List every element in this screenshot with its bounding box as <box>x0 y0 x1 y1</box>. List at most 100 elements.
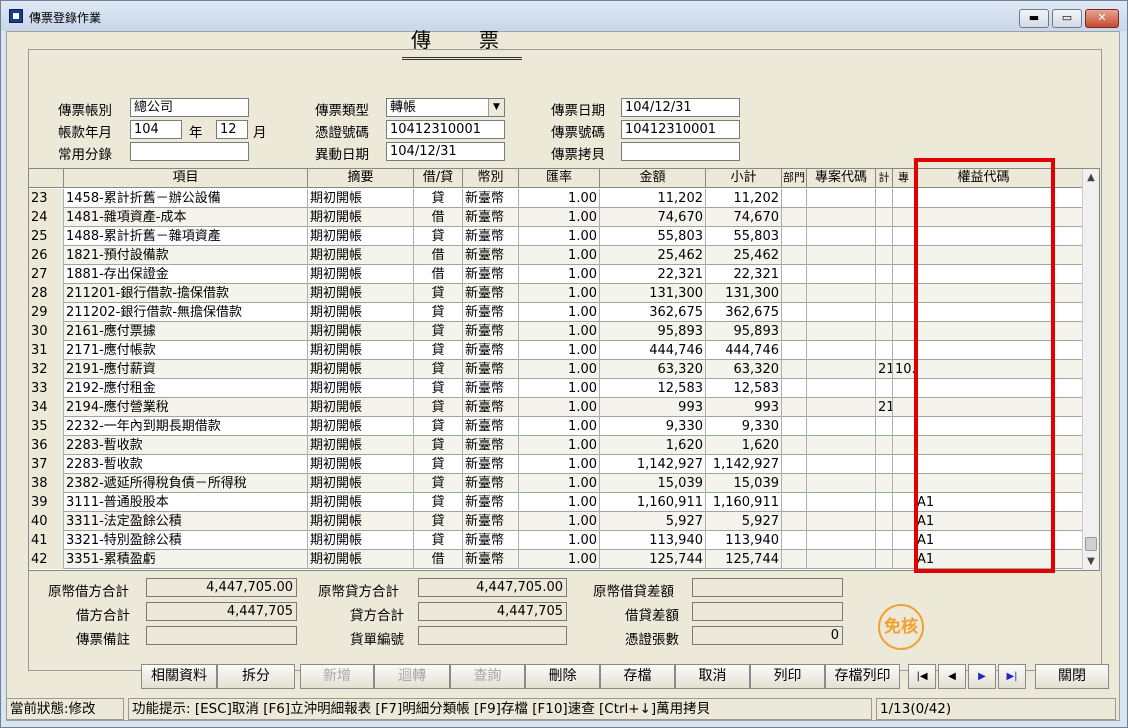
debit-credit-cell[interactable]: 貸 <box>414 512 463 531</box>
item-cell[interactable]: 2283-暫收款 <box>64 436 308 455</box>
calc-cell[interactable] <box>876 189 893 208</box>
col-currency[interactable]: 幣別 <box>463 169 519 188</box>
currency-cell[interactable]: 新臺幣 <box>463 474 519 493</box>
rate-cell[interactable]: 1.00 <box>519 341 600 360</box>
scroll-thumb[interactable] <box>1085 537 1097 551</box>
debit-credit-cell[interactable]: 貸 <box>414 379 463 398</box>
amount-cell[interactable]: 74,670 <box>600 208 706 227</box>
project-code-cell[interactable] <box>807 341 876 360</box>
memo-cell[interactable]: 期初開帳 <box>308 455 414 474</box>
row-number[interactable]: 34 <box>29 398 64 417</box>
equity-code-cell[interactable]: A1 <box>915 493 1053 512</box>
subtotal-cell[interactable]: 131,300 <box>706 284 782 303</box>
minimize-button[interactable]: ▬ <box>1019 9 1049 28</box>
subtotal-cell[interactable]: 12,583 <box>706 379 782 398</box>
rate-cell[interactable]: 1.00 <box>519 398 600 417</box>
project-code-cell[interactable] <box>807 246 876 265</box>
row-number[interactable]: 23 <box>29 189 64 208</box>
calc-cell[interactable] <box>876 455 893 474</box>
rate-cell[interactable]: 1.00 <box>519 512 600 531</box>
row-number[interactable]: 24 <box>29 208 64 227</box>
common-entry-field[interactable] <box>130 142 249 161</box>
memo-cell[interactable]: 期初開帳 <box>308 189 414 208</box>
department-cell[interactable] <box>782 360 807 379</box>
add-button[interactable]: 新增 <box>300 664 374 689</box>
project-code-cell[interactable] <box>807 474 876 493</box>
row-number[interactable]: 41 <box>29 531 64 550</box>
calc-cell[interactable]: 21 <box>876 360 893 379</box>
amount-cell[interactable]: 22,321 <box>600 265 706 284</box>
amount-cell[interactable]: 9,330 <box>600 417 706 436</box>
account-field[interactable]: 總公司 <box>130 98 249 117</box>
save-print-button[interactable]: 存檔列印 <box>825 664 900 689</box>
project-code-cell[interactable] <box>807 493 876 512</box>
memo-cell[interactable]: 期初開帳 <box>308 303 414 322</box>
item-cell[interactable]: 1821-預付設備款 <box>64 246 308 265</box>
scroll-down-icon[interactable]: ▼ <box>1083 553 1099 570</box>
rate-cell[interactable]: 1.00 <box>519 322 600 341</box>
save-button[interactable]: 存檔 <box>600 664 675 689</box>
calc-cell[interactable] <box>876 379 893 398</box>
subtotal-cell[interactable]: 1,160,911 <box>706 493 782 512</box>
item-cell[interactable]: 2283-暫收款 <box>64 455 308 474</box>
amount-cell[interactable]: 1,620 <box>600 436 706 455</box>
memo-cell[interactable]: 期初開帳 <box>308 474 414 493</box>
calc-cell[interactable] <box>876 493 893 512</box>
memo-cell[interactable]: 期初開帳 <box>308 341 414 360</box>
amount-cell[interactable]: 55,803 <box>600 227 706 246</box>
row-number[interactable]: 42 <box>29 550 64 569</box>
project-code-cell[interactable] <box>807 550 876 569</box>
col-amount[interactable]: 金額 <box>600 169 706 188</box>
department-cell[interactable] <box>782 208 807 227</box>
voucher-no-field[interactable]: 10412310001 <box>386 120 505 139</box>
voucher-copy-field[interactable] <box>621 142 740 161</box>
table-row[interactable]: 28 211201-銀行借款-擔保借款 期初開帳貸新臺幣 1.00 131,300 131… <box>29 284 1083 303</box>
amount-cell[interactable]: 15,039 <box>600 474 706 493</box>
row-number[interactable]: 37 <box>29 455 64 474</box>
row-number[interactable]: 36 <box>29 436 64 455</box>
table-row[interactable]: 31 2171-應付帳款 期初開帳貸新臺幣 1.00 444,746 444,746 <box>29 341 1083 360</box>
doc-count-field[interactable]: 0 <box>692 626 843 645</box>
memo-cell[interactable]: 期初開帳 <box>308 227 414 246</box>
row-number[interactable]: 25 <box>29 227 64 246</box>
amount-cell[interactable]: 131,300 <box>600 284 706 303</box>
row-number[interactable]: 26 <box>29 246 64 265</box>
item-cell[interactable]: 2192-應付租金 <box>64 379 308 398</box>
table-row[interactable]: 23 1458-累計折舊－辦公設備 期初開帳貸新臺幣 1.00 11,202 11,202 <box>29 189 1083 208</box>
memo-cell[interactable]: 期初開帳 <box>308 246 414 265</box>
currency-cell[interactable]: 新臺幣 <box>463 531 519 550</box>
project-code-cell[interactable] <box>807 265 876 284</box>
special-cell[interactable] <box>893 227 915 246</box>
special-cell[interactable] <box>893 531 915 550</box>
special-cell[interactable] <box>893 493 915 512</box>
debit-credit-cell[interactable]: 貸 <box>414 227 463 246</box>
row-number[interactable]: 30 <box>29 322 64 341</box>
currency-cell[interactable]: 新臺幣 <box>463 341 519 360</box>
equity-code-cell[interactable] <box>915 398 1053 417</box>
special-cell[interactable] <box>893 189 915 208</box>
subtotal-cell[interactable]: 362,675 <box>706 303 782 322</box>
item-cell[interactable]: 1458-累計折舊－辦公設備 <box>64 189 308 208</box>
project-code-cell[interactable] <box>807 512 876 531</box>
equity-code-cell[interactable] <box>915 474 1053 493</box>
special-cell[interactable] <box>893 303 915 322</box>
amount-cell[interactable]: 113,940 <box>600 531 706 550</box>
voucher-date-field[interactable]: 104/12/31 <box>621 98 740 117</box>
rate-cell[interactable]: 1.00 <box>519 246 600 265</box>
rate-cell[interactable]: 1.00 <box>519 208 600 227</box>
department-cell[interactable] <box>782 531 807 550</box>
department-cell[interactable] <box>782 322 807 341</box>
project-code-cell[interactable] <box>807 379 876 398</box>
prev-record-icon[interactable]: ◀ <box>938 664 966 689</box>
scroll-up-icon[interactable]: ▲ <box>1083 169 1099 186</box>
calc-cell[interactable] <box>876 265 893 284</box>
department-cell[interactable] <box>782 227 807 246</box>
project-code-cell[interactable] <box>807 531 876 550</box>
item-cell[interactable]: 3111-普通股股本 <box>64 493 308 512</box>
project-code-cell[interactable] <box>807 455 876 474</box>
item-cell[interactable]: 1881-存出保證金 <box>64 265 308 284</box>
currency-cell[interactable]: 新臺幣 <box>463 493 519 512</box>
project-code-cell[interactable] <box>807 284 876 303</box>
table-row[interactable]: 25 1488-累計折舊－雜項資產 期初開帳貸新臺幣 1.00 55,803 55,803 <box>29 227 1083 246</box>
calc-cell[interactable] <box>876 474 893 493</box>
